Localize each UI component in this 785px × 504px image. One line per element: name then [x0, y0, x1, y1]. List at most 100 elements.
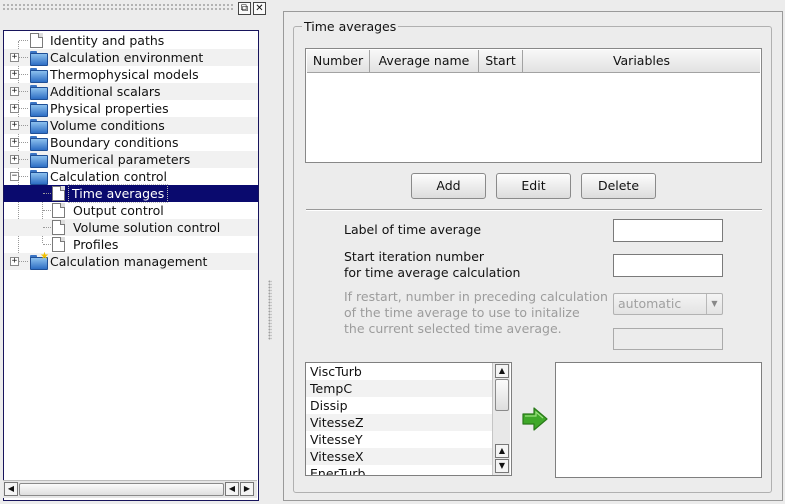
restart-average-combo[interactable]: automatic ▼ — [613, 293, 723, 315]
tree-item-calculation-management[interactable]: + ★ Calculation management — [4, 251, 258, 270]
variables-scroll-thumb[interactable] — [495, 379, 509, 411]
time-averages-table[interactable]: Number Average name Start Variables — [305, 48, 762, 163]
scroll-up-button-2[interactable]: ▲ — [495, 444, 509, 458]
folder-icon — [30, 119, 48, 134]
scroll-down-button[interactable]: ▼ — [495, 459, 509, 473]
star-badge-icon: ★ — [40, 251, 49, 262]
tree-item-volume-conditions[interactable]: + Volume conditions — [4, 117, 258, 134]
folder-icon — [30, 68, 48, 83]
tree-item-numerical-parameters[interactable]: + Numerical parameters — [4, 151, 258, 168]
variable-list-item[interactable]: VitesseZ — [306, 414, 494, 431]
tree-item-identity-and-paths[interactable]: Identity and paths — [4, 32, 258, 49]
chevron-down-icon[interactable]: ▼ — [706, 294, 722, 314]
tree-branch-line — [43, 244, 51, 245]
collapse-icon[interactable]: − — [10, 172, 19, 181]
tree-horizontal-scrollbar[interactable]: ◀ ◀ ▶ — [3, 480, 257, 498]
folder-icon — [30, 102, 48, 117]
scroll-left-button-2[interactable]: ◀ — [225, 482, 239, 496]
restart-label-line1: If restart, number in preceding calculat… — [344, 289, 608, 304]
tree-item-label: Calculation control — [50, 169, 168, 184]
page-icon — [30, 33, 43, 48]
variable-list-item[interactable]: VitesseX — [306, 448, 494, 465]
tree-item-additional-scalars[interactable]: + Additional scalars — [4, 83, 258, 100]
dock-drag-handle[interactable] — [2, 3, 234, 12]
tree-branch-line — [19, 108, 28, 109]
scroll-thumb[interactable] — [19, 483, 224, 496]
folder-icon — [30, 153, 48, 168]
navigation-tree[interactable]: Identity and paths + Calculation environme… — [3, 30, 259, 501]
scroll-right-button[interactable]: ▶ — [240, 482, 254, 496]
variable-list-item[interactable]: Dissip — [306, 397, 494, 414]
variable-list-item[interactable]: EnerTurb — [306, 465, 494, 475]
restart-combo-value: automatic — [618, 296, 682, 311]
tree-branch-line — [19, 176, 28, 177]
tree-branch-line — [19, 74, 28, 75]
close-dock-icon[interactable]: ✕ — [253, 2, 266, 15]
variable-list-item[interactable]: TempC — [306, 380, 494, 397]
expand-icon[interactable]: + — [10, 104, 19, 113]
expand-icon[interactable]: + — [10, 155, 19, 164]
tree-item-label: Volume conditions — [50, 118, 165, 133]
float-dock-icon[interactable]: ⧉ — [238, 2, 251, 15]
tree-branch-line — [43, 210, 51, 211]
tree-item-thermophysical-models[interactable]: + Thermophysical models — [4, 66, 258, 83]
folder-open-icon — [30, 170, 48, 185]
column-header-average-name[interactable]: Average name — [370, 50, 479, 73]
restart-label-line3: the current selected time average. — [344, 321, 562, 336]
separator — [306, 209, 762, 211]
add-button[interactable]: Add — [411, 173, 486, 199]
start-iteration-label-line1: Start iteration number — [344, 249, 485, 264]
scroll-up-button[interactable]: ▲ — [495, 364, 509, 378]
tree-item-label: Identity and paths — [50, 33, 165, 48]
tree-item-label: Calculation management — [50, 254, 208, 269]
delete-button[interactable]: Delete — [581, 173, 656, 199]
column-header-start[interactable]: Start — [479, 50, 523, 73]
tree-branch-line — [43, 227, 51, 228]
page-icon — [52, 220, 65, 235]
expand-icon[interactable]: + — [10, 121, 19, 130]
tree-branch-line — [19, 125, 28, 126]
expand-icon[interactable]: + — [10, 53, 19, 62]
folder-icon — [30, 136, 48, 151]
variables-list[interactable]: ViscTurb TempC Dissip VitesseZ VitesseY Vites… — [305, 362, 512, 476]
selected-variables-list[interactable] — [555, 362, 762, 478]
column-header-number[interactable]: Number — [307, 50, 370, 73]
tree-item-calculation-environment[interactable]: + Calculation environment — [4, 49, 258, 66]
tree-item-label: Thermophysical models — [50, 67, 199, 82]
tree-item-label: Physical properties — [50, 101, 169, 116]
expand-icon[interactable]: + — [10, 257, 19, 266]
tree-item-boundary-conditions[interactable]: + Boundary conditions — [4, 134, 258, 151]
tree-item-volume-solution-control[interactable]: Volume solution control — [4, 219, 258, 236]
tree-item-calculation-control[interactable]: − Calculation control — [4, 168, 258, 185]
group-title: Time averages — [302, 19, 399, 35]
tree-branch-line — [19, 57, 28, 58]
add-variable-arrow-icon[interactable] — [521, 406, 549, 432]
panel-splitter[interactable] — [268, 280, 272, 340]
label-of-average-label: Label of time average — [344, 222, 482, 237]
variable-list-item[interactable]: ViscTurb — [306, 363, 494, 380]
variable-list-item[interactable]: VitesseY — [306, 431, 494, 448]
start-iteration-label-line2: for time average calculation — [344, 265, 521, 280]
tree-item-label: Volume solution control — [73, 220, 221, 235]
tree-item-label: Numerical parameters — [50, 152, 191, 167]
edit-button[interactable]: Edit — [496, 173, 571, 199]
page-icon — [52, 186, 65, 201]
restart-number-input[interactable] — [613, 328, 723, 350]
expand-icon[interactable]: + — [10, 87, 19, 96]
page-icon — [52, 237, 65, 252]
tree-item-label: Output control — [73, 203, 164, 218]
scroll-left-button[interactable]: ◀ — [4, 482, 18, 496]
variables-vertical-scrollbar[interactable]: ▲ ▲ ▼ — [492, 363, 510, 475]
tree-branch-line — [19, 91, 28, 92]
tree-item-physical-properties[interactable]: + Physical properties — [4, 100, 258, 117]
start-iteration-input[interactable] — [613, 254, 723, 277]
average-label-input[interactable] — [613, 219, 723, 242]
expand-icon[interactable]: + — [10, 70, 19, 79]
folder-icon — [30, 85, 48, 100]
restart-label-line2: of the time average to use to initalize — [344, 305, 580, 320]
expand-icon[interactable]: + — [10, 138, 19, 147]
tree-item-time-averages[interactable]: Time averages — [4, 184, 258, 203]
tree-item-output-control[interactable]: Output control — [4, 202, 258, 219]
tree-branch-line — [19, 40, 28, 41]
column-header-variables[interactable]: Variables — [523, 50, 760, 73]
